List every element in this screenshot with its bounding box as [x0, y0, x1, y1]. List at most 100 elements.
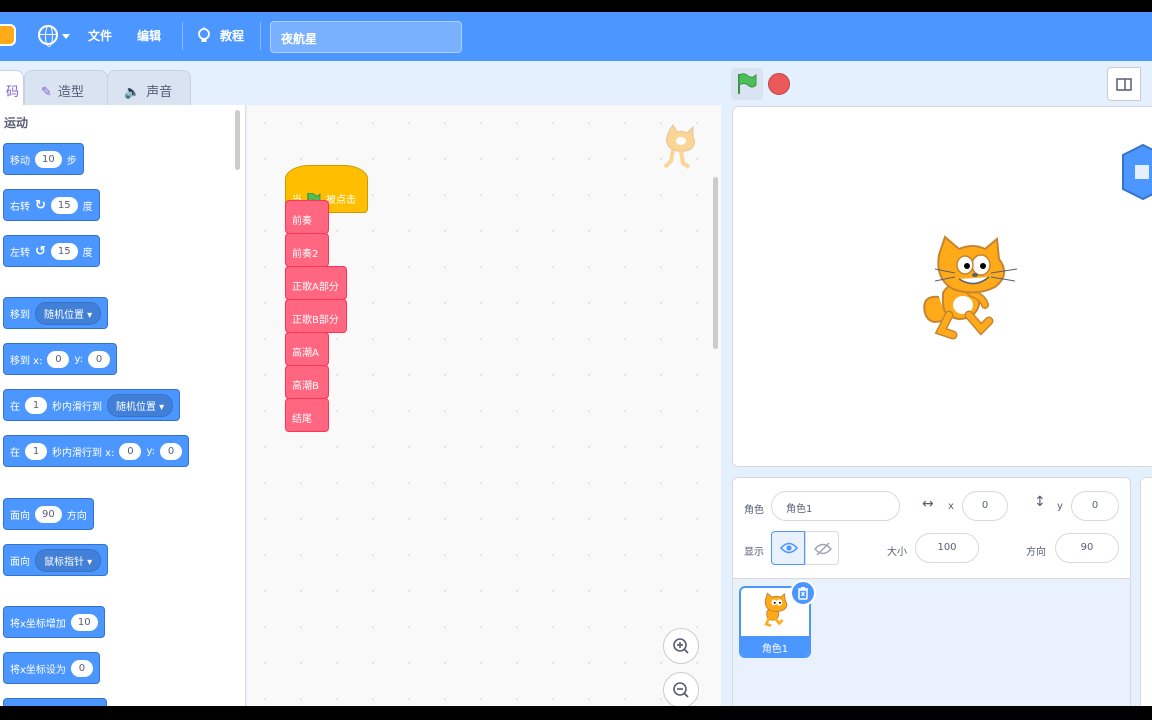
language-globe-icon[interactable]: [38, 25, 58, 47]
block-dropdown[interactable]: 随机位置: [107, 393, 174, 417]
block-input[interactable]: 10: [70, 613, 98, 631]
stage[interactable]: [732, 106, 1152, 467]
custom-block-2[interactable]: 前奏2: [285, 233, 329, 267]
vertical-arrows-icon: ↕: [1034, 494, 1046, 510]
custom-block-3[interactable]: 正歌A部分: [285, 266, 347, 300]
block-input[interactable]: 0: [47, 350, 70, 368]
block-text: 将x坐标设为: [10, 664, 66, 676]
block-text: 秒内滑行到: [52, 401, 102, 413]
block-goto-xy[interactable]: 移到 x: 0 y: 0: [3, 343, 118, 375]
size-input[interactable]: 100: [915, 533, 979, 563]
block-point-towards[interactable]: 面向 鼠标指针: [3, 544, 109, 576]
menu-divider: [260, 22, 261, 50]
small-stage-button[interactable]: [1107, 67, 1141, 101]
custom-block-1[interactable]: 前奏: [285, 200, 329, 234]
tab-costumes[interactable]: ✎ 造型: [24, 70, 108, 106]
zoom-out-button[interactable]: [663, 672, 699, 706]
block-move-steps[interactable]: 移动 10 步: [3, 143, 84, 175]
x-input[interactable]: 0: [962, 491, 1008, 521]
block-dropdown[interactable]: 随机位置: [35, 301, 102, 325]
x-label: x: [948, 501, 954, 512]
extension-hexagon-icon: [1122, 143, 1152, 201]
lightbulb-icon: [198, 27, 210, 42]
block-input[interactable]: 0: [119, 442, 142, 460]
stop-button[interactable]: [768, 73, 790, 95]
y-input[interactable]: 0: [1071, 491, 1119, 521]
block-text: 面向: [10, 556, 30, 568]
project-title-input[interactable]: 夜航星: [270, 21, 462, 53]
block-input[interactable]: 1: [25, 396, 47, 414]
block-input[interactable]: 90: [35, 505, 62, 523]
block-input[interactable]: 0: [160, 442, 183, 460]
scratch-editor: 文件 编辑 教程 夜航星 码 ✎ 造型 🔈 声音 运动 移动 10 步 右转 ↻ 1…: [0, 12, 1152, 706]
tab-costumes-label: 造型: [57, 85, 84, 100]
zoom-in-button[interactable]: [663, 628, 699, 664]
block-text: y:: [74, 353, 84, 365]
block-text: 度: [82, 201, 93, 213]
sprite-thumbnail-name: 角色1: [741, 636, 809, 656]
custom-block-4[interactable]: 正歌B部分: [285, 299, 347, 333]
sprite-name-input[interactable]: 角色1: [771, 491, 900, 521]
rotate-right-icon: ↻: [35, 197, 46, 213]
block-glide[interactable]: 在 1 秒内滑行到 随机位置: [3, 389, 181, 421]
block-input[interactable]: 15: [50, 242, 78, 260]
menu-divider: [182, 22, 183, 50]
hide-sprite-button[interactable]: [805, 531, 839, 565]
direction-input[interactable]: 90: [1055, 533, 1119, 563]
block-glide-xy[interactable]: 在 1 秒内滑行到 x: 0 y: 0: [3, 435, 190, 467]
direction-label: 方向: [1026, 547, 1046, 558]
sprite-watermark-cat-icon: [663, 124, 696, 169]
block-input[interactable]: 0: [70, 659, 93, 677]
block-input[interactable]: 15: [50, 196, 78, 214]
menu-tutorials[interactable]: 教程: [220, 27, 244, 44]
script-scrollbar[interactable]: [713, 177, 718, 349]
sprite-name-label: 角色: [744, 505, 764, 516]
stage-target-panel[interactable]: [1140, 477, 1152, 706]
block-input[interactable]: 0: [88, 350, 111, 368]
green-flag-button[interactable]: [731, 68, 763, 100]
block-input[interactable]: 1: [25, 442, 47, 460]
horizontal-arrows-icon: ↔: [922, 496, 934, 512]
cat-sprite-thumbnail: [764, 592, 788, 627]
custom-block-6[interactable]: 高潮B: [285, 365, 329, 399]
speaker-icon: 🔈: [124, 85, 141, 100]
cat-sprite[interactable]: [919, 235, 1023, 341]
block-text: 方向: [66, 510, 87, 522]
tab-code[interactable]: 码: [0, 70, 24, 106]
menu-edit[interactable]: 编辑: [137, 27, 161, 44]
chevron-down-icon: [62, 34, 70, 39]
delete-sprite-button[interactable]: [790, 580, 816, 606]
block-turn-left[interactable]: 左转 ↺ 15 度: [3, 235, 100, 267]
block-point-direction[interactable]: 面向 90 方向: [3, 498, 94, 530]
block-text: 秒内滑行到 x:: [52, 447, 115, 459]
tab-sounds-label: 声音: [146, 85, 173, 100]
block-goto[interactable]: 移到 随机位置: [3, 297, 109, 329]
block-text: 移动: [10, 155, 30, 167]
custom-block-5[interactable]: 高潮A: [285, 332, 329, 366]
show-sprite-button[interactable]: [771, 531, 805, 565]
rotate-left-icon: ↺: [35, 243, 46, 259]
block-change-x[interactable]: 将x坐标增加 10: [3, 606, 105, 638]
block-dropdown[interactable]: 鼠标指针: [35, 548, 102, 572]
block-text: 在: [10, 447, 20, 459]
block-text: 移到: [10, 309, 30, 321]
tab-code-label: 码: [5, 85, 19, 100]
size-label: 大小: [887, 547, 907, 558]
block-text: 左转: [10, 247, 30, 259]
eye-icon: [780, 542, 798, 554]
block-input[interactable]: 10: [35, 150, 62, 168]
zoom-in-icon: [673, 638, 689, 654]
block-turn-right[interactable]: 右转 ↻ 15 度: [3, 189, 100, 221]
block-text: 在: [10, 401, 20, 413]
menu-file[interactable]: 文件: [88, 27, 112, 44]
block-next[interactable]: [3, 698, 107, 706]
tab-sounds[interactable]: 🔈 声音: [107, 70, 191, 106]
scratch-logo[interactable]: [0, 24, 16, 46]
trash-icon: [798, 587, 808, 600]
custom-block-7[interactable]: 结尾: [285, 398, 329, 432]
category-title: 运动: [4, 116, 29, 130]
palette-scrollbar[interactable]: [235, 110, 240, 170]
block-set-x[interactable]: 将x坐标设为 0: [3, 652, 100, 684]
menu-bar: 文件 编辑 教程 夜航星: [0, 12, 1152, 61]
green-flag-icon: [738, 73, 757, 94]
